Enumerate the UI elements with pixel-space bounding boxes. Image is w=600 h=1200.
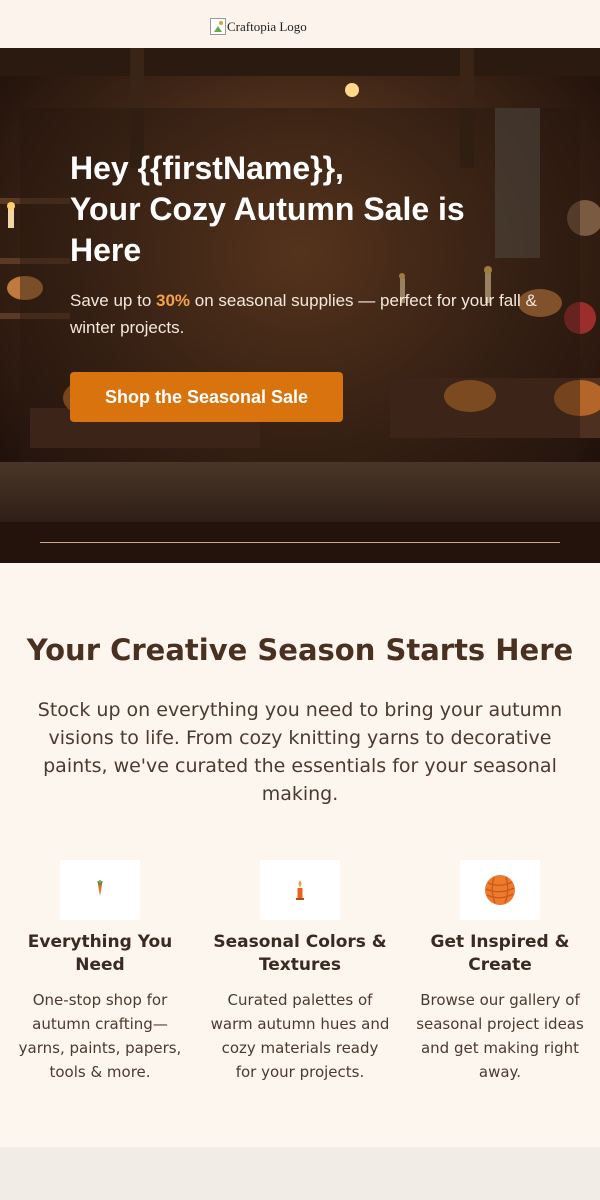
feature-title: Everything You Need: [27, 932, 173, 975]
feature-text: One-stop shop for autumn crafting—yarns,…: [18, 991, 182, 1081]
carrot-icon: [97, 880, 103, 896]
feature-item: Get Inspired & Create Browse our gallery…: [410, 860, 590, 1084]
intro-section: Your Creative Season Starts Here Stock u…: [0, 563, 600, 1147]
hero-subtitle: Save up to 30% on seasonal supplies — pe…: [70, 287, 540, 341]
hero-greeting: Hey {{firstName}},: [70, 150, 344, 186]
discount-percent: 30%: [156, 291, 191, 310]
hero-title: Hey {{firstName}}, Your Cozy Autumn Sale…: [70, 148, 530, 271]
candle-icon: [296, 880, 304, 900]
section-title: Your Creative Season Starts Here: [26, 633, 574, 667]
feature-icon-box: [460, 860, 540, 920]
feature-icon-box: [60, 860, 140, 920]
feature-title: Get Inspired & Create: [430, 932, 570, 975]
feature-item: Everything You Need One-stop shop for au…: [10, 860, 190, 1084]
footer-band: [0, 1147, 600, 1200]
hero-headline: Your Cozy Autumn Sale is Here: [70, 191, 465, 268]
broken-image-icon: [210, 18, 226, 35]
hero-subtitle-start: Save up to: [70, 291, 157, 310]
section-description: Stock up on everything you need to bring…: [37, 699, 563, 805]
feature-text: Curated palettes of warm autumn hues and…: [210, 991, 390, 1081]
logo-alt-text: Craftopia Logo: [227, 18, 307, 34]
feature-icon-box: [260, 860, 340, 920]
yarn-ball-icon: [485, 875, 515, 905]
feature-title: Seasonal Colors & Textures: [213, 932, 387, 975]
hero-banner: Hey {{firstName}}, Your Cozy Autumn Sale…: [0, 48, 600, 563]
feature-item: Seasonal Colors & Textures Curated palet…: [210, 860, 390, 1084]
feature-text: Browse our gallery of seasonal project i…: [416, 991, 584, 1081]
shop-sale-button[interactable]: Shop the Seasonal Sale: [70, 372, 343, 422]
logo[interactable]: Craftopia Logo: [210, 18, 307, 35]
email-header: Craftopia Logo: [0, 0, 600, 48]
hero-divider: [40, 542, 560, 543]
